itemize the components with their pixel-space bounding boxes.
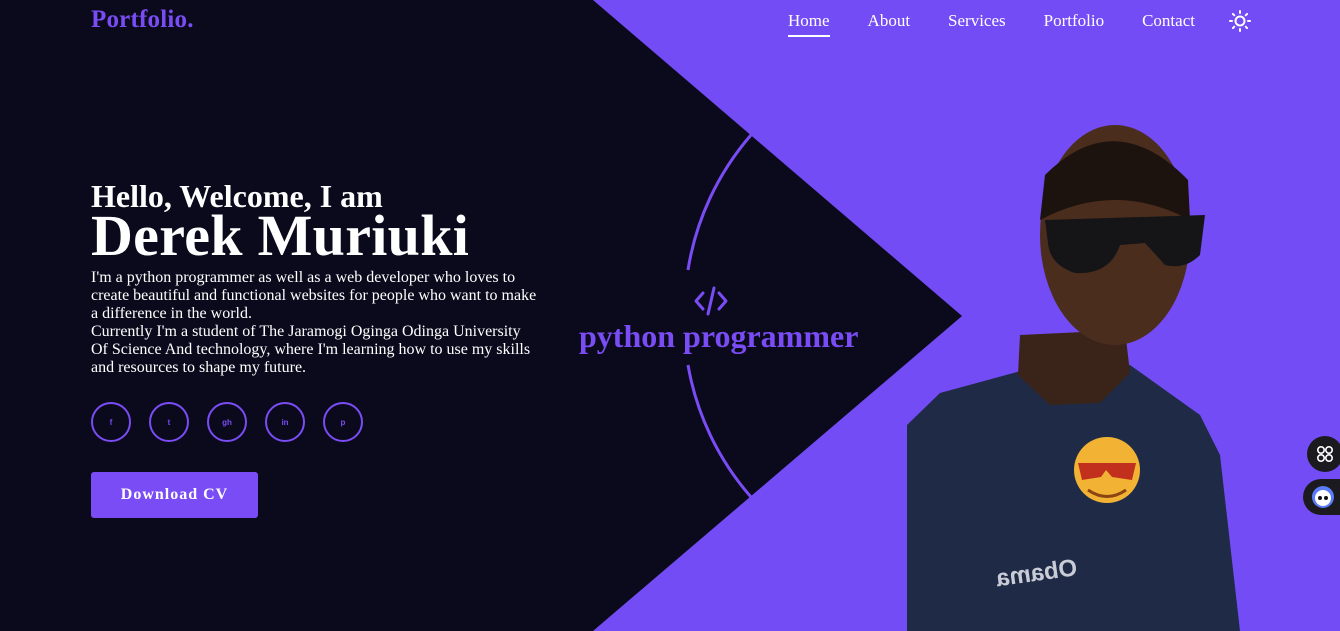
bio-paragraph-1: I'm a python programmer as well as a web… [91, 269, 537, 322]
nav-home[interactable]: Home [788, 11, 830, 37]
bio-paragraph-2: Currently I'm a student of The Jaramogi … [91, 323, 531, 376]
hero-name: Derek Muriuki [91, 203, 470, 268]
hero-role: python programmer [579, 318, 859, 354]
pinterest-icon[interactable]: p [323, 402, 363, 442]
assistant-button[interactable] [1303, 479, 1340, 515]
hero-bio: I'm a python programmer as well as a web… [91, 269, 541, 377]
social-links: f t gh in p [91, 402, 381, 442]
sun-icon[interactable] [1229, 10, 1251, 32]
nav-about[interactable]: About [868, 11, 911, 35]
assistant-icon [1312, 486, 1334, 508]
main-nav: Home About Services Portfolio Contact [788, 11, 1233, 37]
profile-photo: Obama [907, 125, 1240, 631]
download-cv-button[interactable]: Download CV [91, 472, 258, 518]
linkedin-icon[interactable]: in [265, 402, 305, 442]
facebook-icon[interactable]: f [91, 402, 131, 442]
nav-portfolio[interactable]: Portfolio [1044, 11, 1104, 35]
grid-icon [1316, 445, 1334, 463]
nav-services[interactable]: Services [948, 11, 1006, 35]
site-logo[interactable]: Portfolio. [91, 6, 194, 34]
apps-grid-button[interactable] [1307, 436, 1340, 472]
github-icon[interactable]: gh [207, 402, 247, 442]
twitter-icon[interactable]: t [149, 402, 189, 442]
code-icon [694, 286, 728, 316]
nav-contact[interactable]: Contact [1142, 11, 1195, 35]
